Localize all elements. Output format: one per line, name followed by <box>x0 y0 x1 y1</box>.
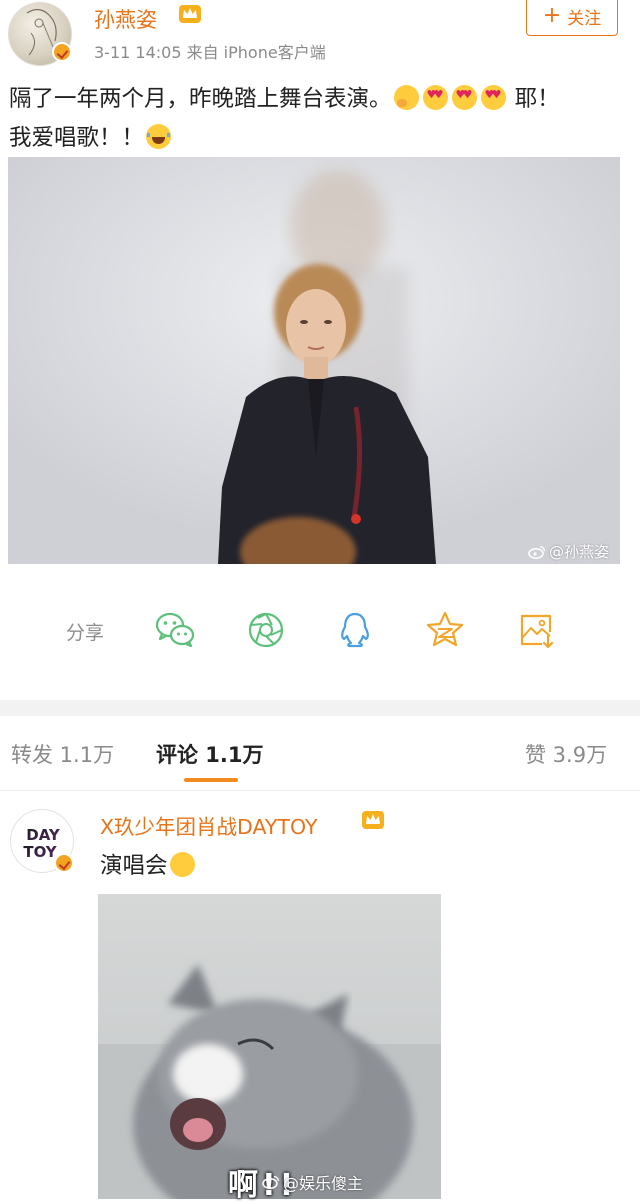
photo-watermark: @孙燕姿 <box>528 541 609 562</box>
author-name[interactable]: 孙燕姿 <box>94 4 157 34</box>
comment-image[interactable] <box>98 894 441 1199</box>
heart-eyes-emoji-icon <box>480 85 506 110</box>
heart-eyes-emoji-icon <box>451 85 477 110</box>
comment-text: 演唱会 <box>100 848 197 880</box>
photo-watermark-text: @孙燕姿 <box>549 543 610 561</box>
share-label: 分享 <box>66 622 105 644</box>
weibo-logo-icon <box>262 1175 280 1189</box>
heart-eyes-emoji-icon <box>422 85 448 110</box>
crying-emoji-icon <box>169 852 195 877</box>
page-watermark-text: @娱乐傻主 <box>283 1174 364 1193</box>
post-meta: 3-11 14:05 来自 iPhone客户端 <box>94 43 326 62</box>
tab-comment[interactable]: 评论 1.1万 <box>156 739 264 769</box>
commenter-name[interactable]: X玖少年团肖战DAYTOY <box>100 810 317 840</box>
post-text-line1-tail: 耶！ <box>514 86 560 112</box>
post-photo[interactable] <box>8 157 620 564</box>
wechat-icon[interactable] <box>153 608 197 652</box>
verified-badge-icon <box>54 853 74 873</box>
section-divider <box>0 700 640 716</box>
avatar-text-day: DAY <box>26 826 61 844</box>
follow-label: 关注 <box>567 8 602 29</box>
tab-divider <box>0 790 640 791</box>
post-text-line1: 隔了一年两个月，昨晚踏上舞台表演。 <box>9 86 392 112</box>
shy-emoji-icon <box>393 85 419 110</box>
save-image-icon[interactable] <box>514 608 558 652</box>
qzone-icon[interactable] <box>423 608 467 652</box>
vip-crown-icon <box>361 809 385 835</box>
tab-active-indicator <box>184 778 238 782</box>
follow-button[interactable]: + 关注 <box>526 0 618 36</box>
tab-like[interactable]: 赞 3.9万 <box>525 739 607 769</box>
comment-text-body: 演唱会 <box>100 853 168 879</box>
tab-repost[interactable]: 转发 1.1万 <box>11 739 114 769</box>
page-watermark: @娱乐傻主 <box>262 1170 363 1194</box>
vip-crown-icon <box>178 3 202 29</box>
post-text-line2: 我爱唱歌！！ <box>9 125 145 151</box>
qq-icon[interactable] <box>333 608 377 652</box>
weibo-logo-icon <box>528 545 546 559</box>
post-text: 隔了一年两个月，昨晚踏上舞台表演。 耶！ 我爱唱歌！！ <box>9 80 629 158</box>
avatar-text-toy: TOY <box>23 843 57 861</box>
verified-badge-icon <box>52 42 72 62</box>
plus-icon: + <box>542 3 562 28</box>
moments-icon[interactable] <box>244 608 288 652</box>
laughing-emoji-icon <box>146 124 172 149</box>
